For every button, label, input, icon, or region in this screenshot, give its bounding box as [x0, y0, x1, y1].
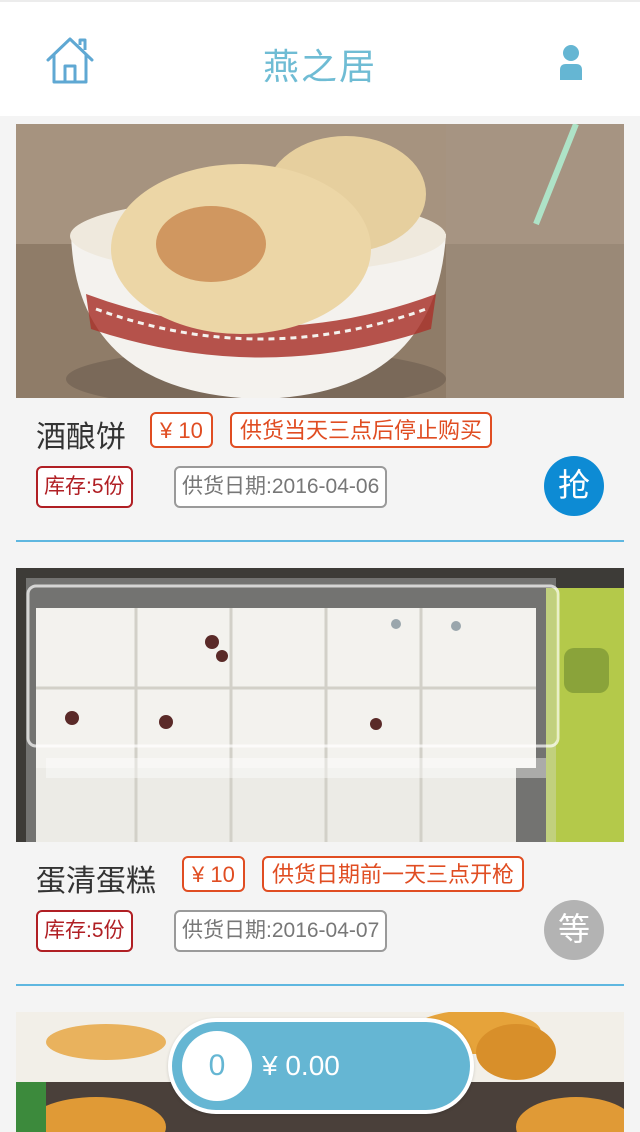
- cart-bar[interactable]: 0 ¥ 0.00: [168, 1018, 474, 1114]
- cart-total: ¥ 0.00: [262, 1050, 340, 1081]
- stock-badge: 库存:5份: [36, 466, 133, 508]
- user-icon: [560, 45, 582, 80]
- page-title: 燕之居: [262, 46, 377, 87]
- product-card[interactable]: 酒酿饼 ¥ 10 供货当天三点后停止购买 库存:5份 供货日期:2016-04-…: [16, 124, 624, 540]
- product-image[interactable]: [16, 124, 624, 398]
- product-name: 酒酿饼: [36, 421, 126, 454]
- supply-notice-tag: 供货日期前一天三点开枪: [262, 856, 525, 892]
- app-header: 燕之居: [0, 0, 640, 116]
- supply-date-badge: 供货日期:2016-04-06: [174, 466, 388, 508]
- product-image[interactable]: [16, 568, 624, 842]
- stock-badge: 库存:5份: [36, 910, 133, 952]
- user-button[interactable]: [550, 42, 592, 84]
- supply-date-badge: 供货日期:2016-04-07: [174, 910, 388, 952]
- cart-count: 0: [182, 1031, 252, 1101]
- product-card[interactable]: 蛋清蛋糕 ¥ 10 供货日期前一天三点开枪 库存:5份 供货日期:2016-04…: [16, 568, 624, 984]
- divider: [16, 984, 624, 986]
- price-tag: ¥ 10: [182, 856, 245, 892]
- supply-notice-tag: 供货当天三点后停止购买: [230, 412, 493, 448]
- wait-button[interactable]: 等: [544, 900, 604, 960]
- grab-button[interactable]: 抢: [544, 456, 604, 516]
- divider: [16, 540, 624, 542]
- product-name: 蛋清蛋糕: [36, 865, 156, 898]
- price-tag: ¥ 10: [150, 412, 213, 448]
